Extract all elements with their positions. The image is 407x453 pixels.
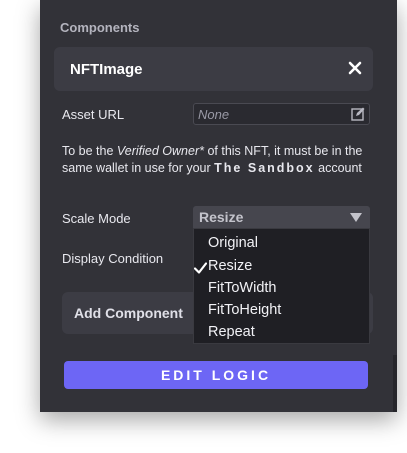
info-suffix: account	[314, 161, 362, 175]
edit-logic-button[interactable]: EDIT LOGIC	[64, 361, 368, 389]
ownership-info-text: To be the Verified Owner* of this NFT, i…	[62, 143, 377, 177]
asset-url-input[interactable]	[194, 104, 348, 124]
scale-mode-label: Scale Mode	[62, 211, 131, 226]
info-emphasis: Verified Owner*	[116, 144, 204, 158]
add-component-label: Add Component	[74, 305, 183, 321]
check-icon	[194, 262, 207, 274]
scale-mode-value: Resize	[199, 209, 244, 225]
component-card: NFTImage	[54, 47, 373, 91]
dropdown-option-original[interactable]: Original	[208, 235, 258, 251]
component-title: NFTImage	[70, 61, 143, 78]
asset-url-field	[193, 103, 370, 125]
close-icon[interactable]	[347, 60, 363, 76]
dropdown-option-resize[interactable]: Resize	[208, 258, 252, 274]
dropdown-option-fittowidth[interactable]: FitToWidth	[208, 280, 277, 296]
dropdown-option-fittoheight[interactable]: FitToHeight	[208, 302, 281, 318]
chevron-down-icon	[350, 213, 362, 222]
dropdown-option-repeat[interactable]: Repeat	[208, 324, 255, 340]
scrollbar-thumb[interactable]	[393, 355, 397, 412]
asset-url-label: Asset URL	[62, 107, 125, 122]
scale-mode-select[interactable]: Resize	[193, 206, 370, 228]
display-condition-label: Display Condition	[62, 251, 164, 266]
section-header: Components	[60, 20, 140, 35]
info-brand: The Sandbox	[214, 161, 315, 175]
info-prefix: To be the	[62, 144, 117, 158]
scale-mode-dropdown: Original Resize FitToWidth FitToHeight R…	[193, 228, 370, 344]
inspector-panel: Components NFTImage Asset URL To be the …	[40, 0, 397, 412]
scrollbar[interactable]	[393, 0, 397, 412]
edit-icon[interactable]	[351, 107, 365, 121]
